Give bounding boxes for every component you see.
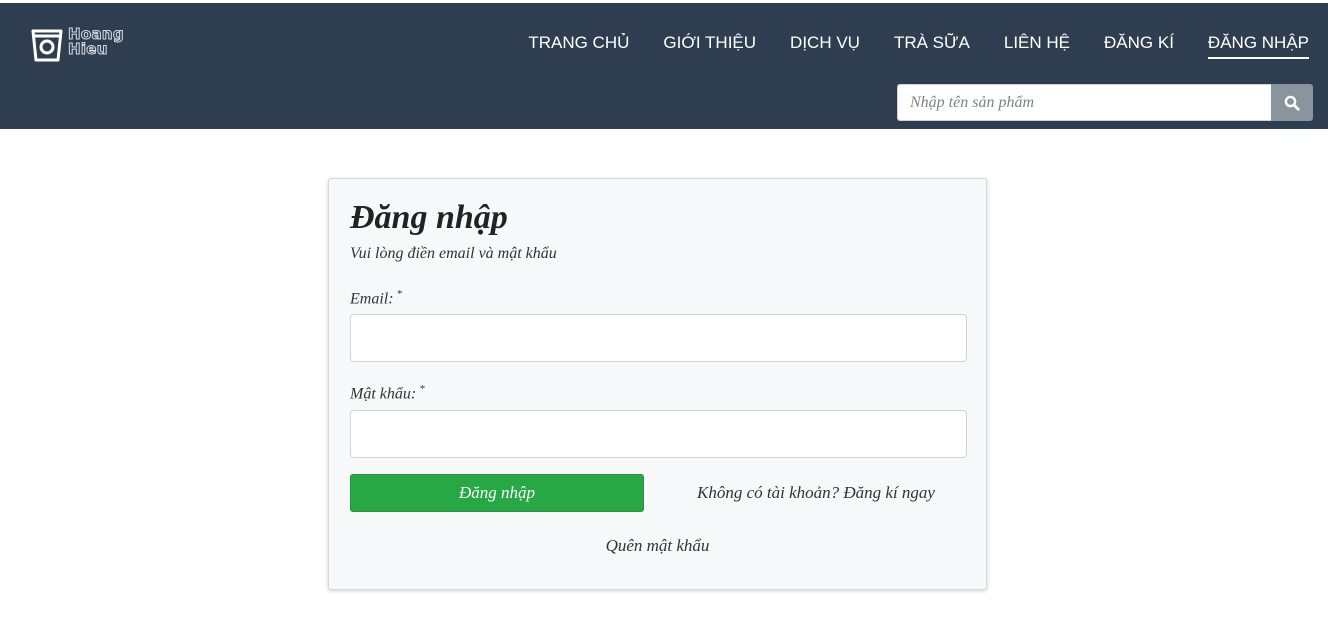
nav-item-home[interactable]: TRANG CHỦ [528,32,629,59]
login-subtitle: Vui lòng điền email và mật khẩu [350,245,557,262]
forgot-password-link[interactable]: Quên mật khẩu [329,536,986,556]
nav-item-milk-tea[interactable]: TRÀ SỮA [894,32,970,59]
search-icon [1284,95,1300,111]
nav-item-services[interactable]: DỊCH VỤ [790,32,860,59]
register-link[interactable]: Không có tài khoản? Đăng kí ngay [697,483,935,503]
password-field[interactable] [350,410,967,458]
navbar: Hoang Hieu TRANG CHỦ GIỚI THIỆU DỊCH VỤ … [0,3,1328,129]
nav-item-contact[interactable]: LIÊN HỆ [1004,32,1070,59]
login-card: Đăng nhập Vui lòng điền email và mật khẩ… [328,178,987,590]
brand-line-2: Hieu [68,40,108,58]
brand-wordmark: Hoang Hieu [68,26,125,58]
email-label-text: Email: [350,290,394,308]
email-field[interactable] [350,314,967,362]
password-label: Mật khẩu: * [350,379,425,404]
nav-item-login[interactable]: ĐĂNG NHẬP [1207,32,1309,59]
search-bar [897,84,1313,121]
page-title: Đăng nhập [350,199,508,236]
main-nav: TRANG CHỦ GIỚI THIỆU DỊCH VỤ TRÀ SỮA LIÊ… [494,32,1309,59]
required-mark: * [419,383,425,395]
cup-icon [31,29,63,62]
search-input[interactable] [897,84,1271,121]
password-label-text: Mật khẩu: [350,385,417,403]
login-button[interactable]: Đăng nhập [350,474,644,512]
brand-logo[interactable]: Hoang Hieu [28,25,125,65]
required-mark: * [396,288,403,300]
search-button[interactable] [1271,84,1313,121]
nav-item-register[interactable]: ĐĂNG KÍ [1104,32,1174,59]
email-label: Email: * [350,284,402,309]
nav-item-about[interactable]: GIỚI THIỆU [663,32,756,59]
